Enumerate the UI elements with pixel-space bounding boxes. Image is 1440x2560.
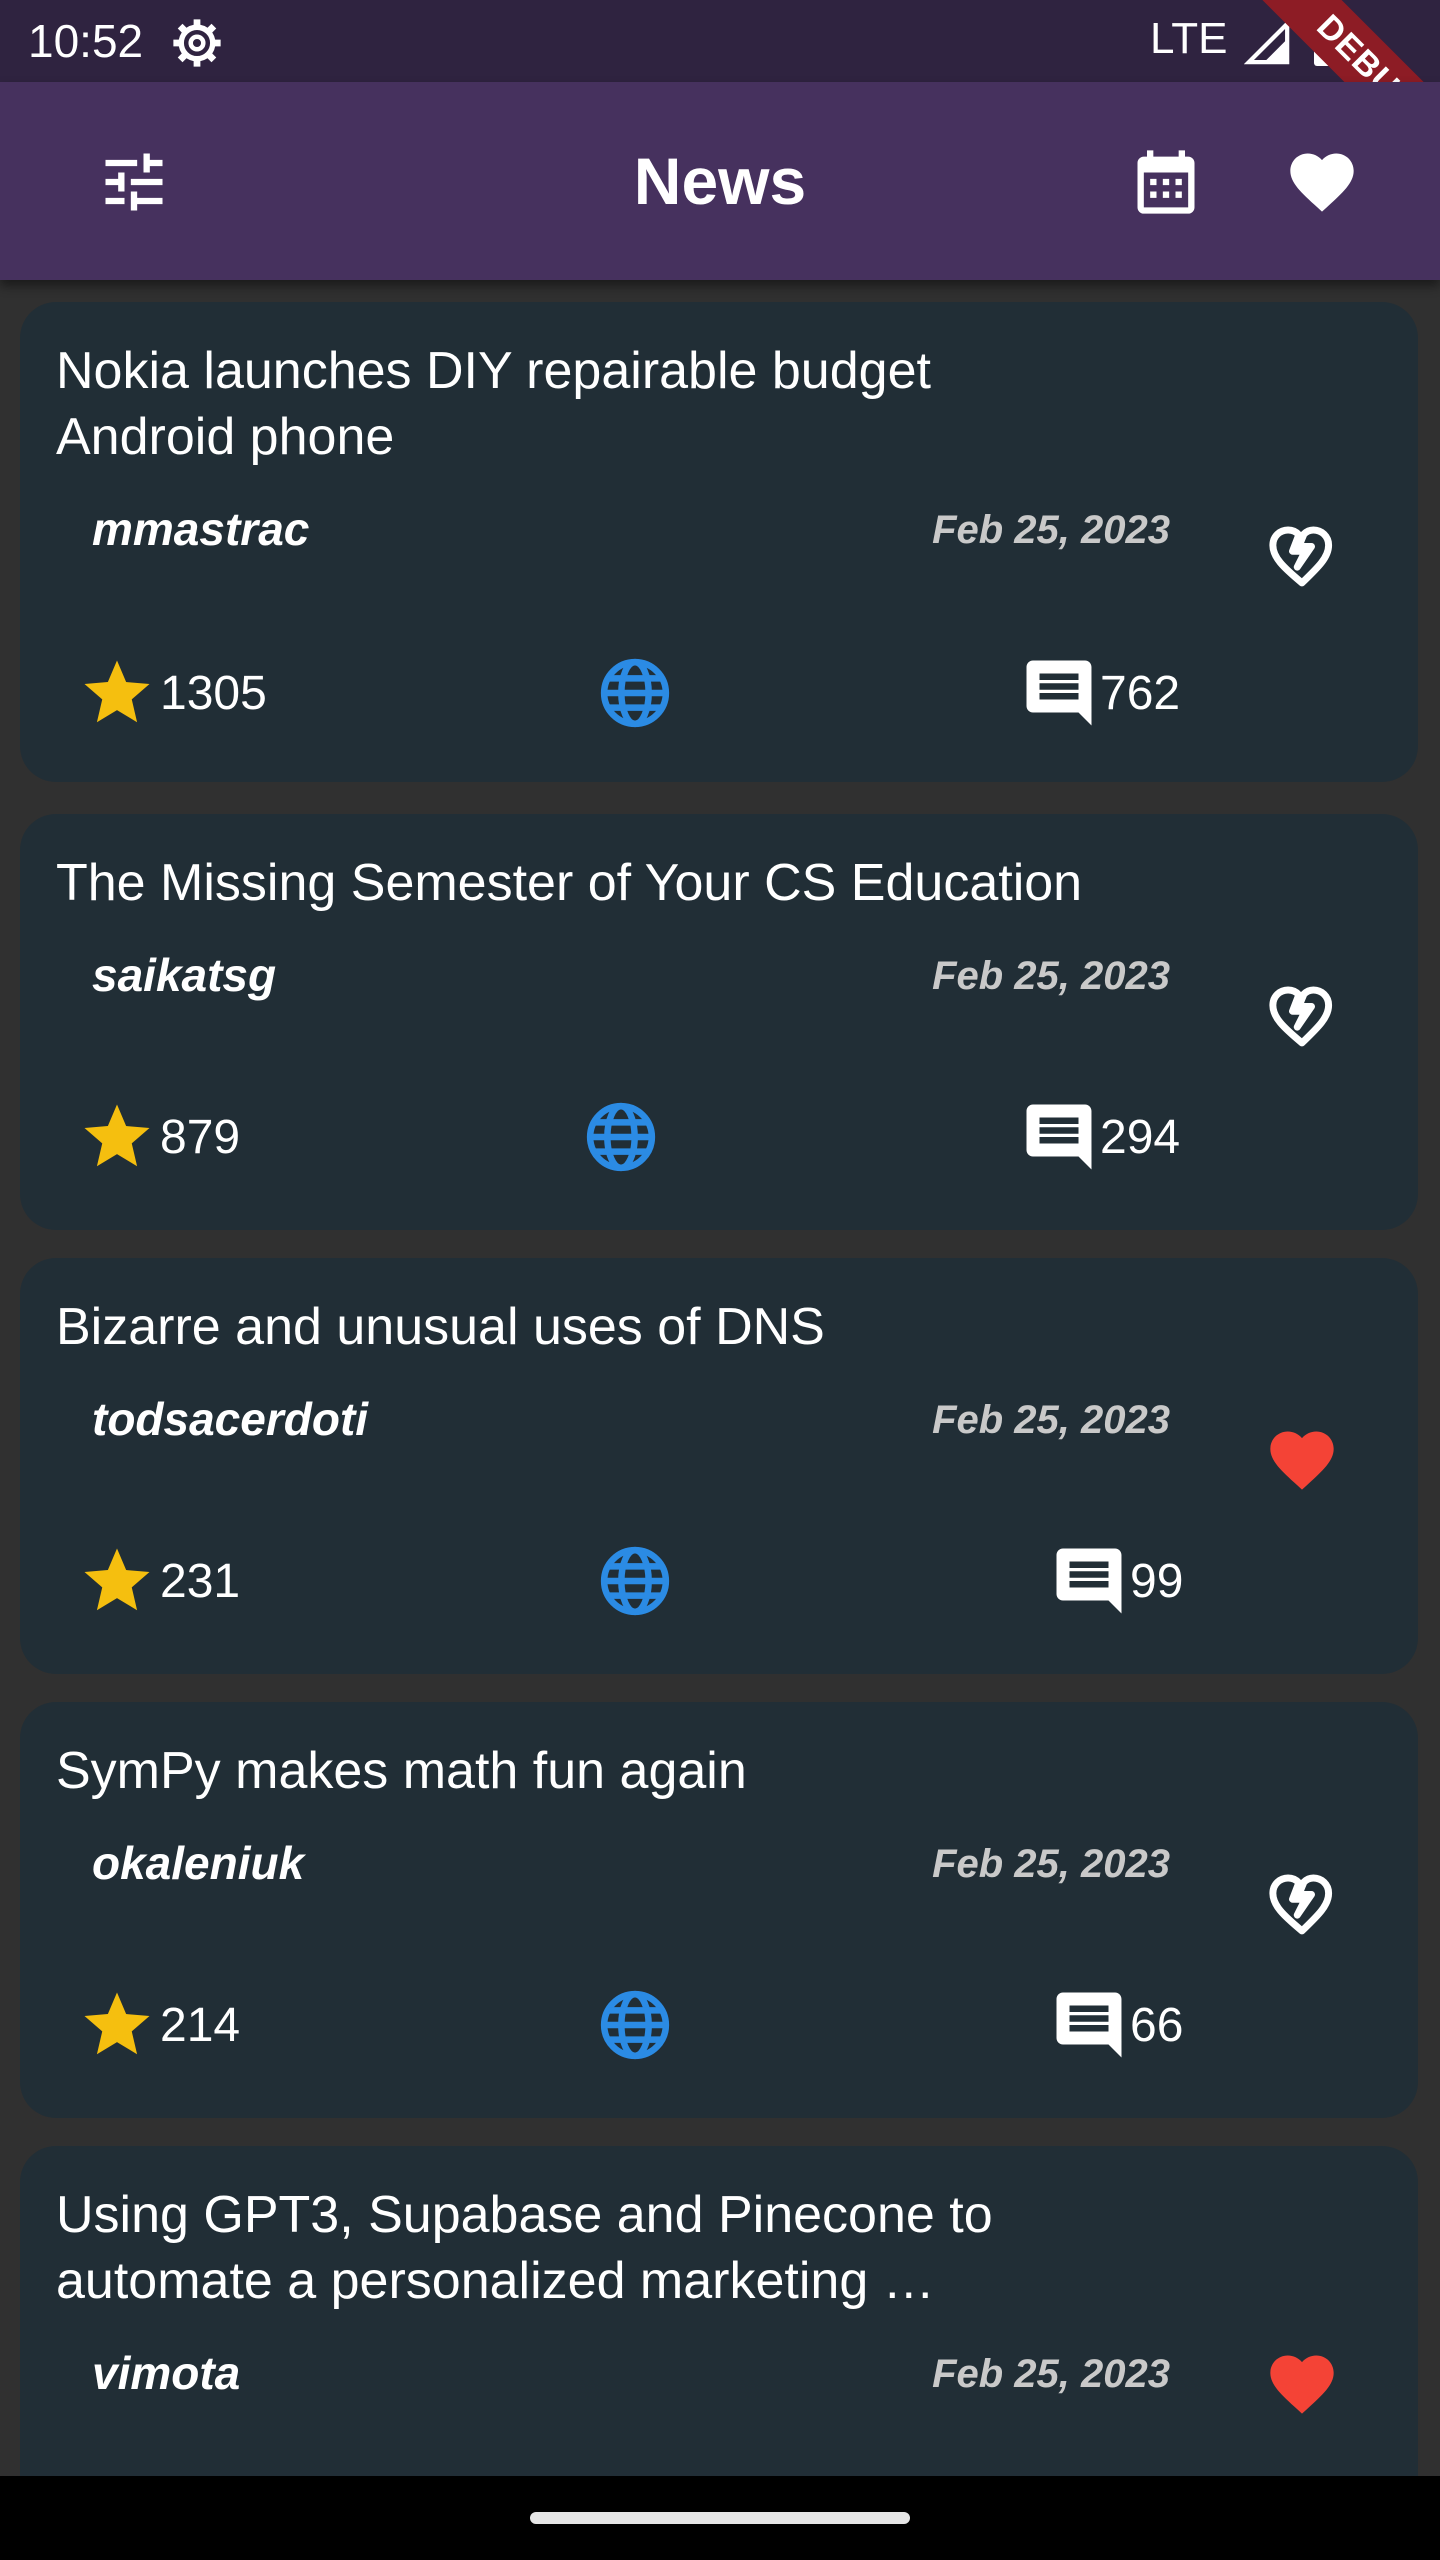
- story-title[interactable]: SymPy makes math fun again: [56, 1738, 1106, 1804]
- status-time: 10:52: [28, 15, 144, 67]
- status-bar: 10:52 LTE DEBUG: [0, 0, 1440, 192]
- comment-icon[interactable]: [1050, 1542, 1128, 1620]
- story-card[interactable]: The Missing Semester of Your CS Educatio…: [20, 814, 1418, 1230]
- story-date: Feb 25, 2023: [932, 954, 1170, 998]
- heart-broken-icon[interactable]: [1264, 1866, 1340, 1942]
- score-value: 879: [160, 1111, 241, 1164]
- story-card[interactable]: Bizarre and unusual uses of DNS todsacer…: [20, 1258, 1418, 1674]
- story-title[interactable]: Using GPT3, Supabase and Pinecone to aut…: [56, 2182, 1106, 2314]
- heart-filled-icon[interactable]: [1264, 1422, 1340, 1498]
- globe-icon[interactable]: [596, 1986, 674, 2064]
- globe-icon[interactable]: [596, 654, 674, 732]
- score-value: 1305: [160, 667, 267, 720]
- star-icon: [84, 1992, 150, 2055]
- system-nav-bar: [0, 2476, 1440, 2560]
- settings-gear-icon: [173, 19, 221, 67]
- score-value: 214: [160, 1999, 241, 2052]
- heart-filled-icon[interactable]: [1264, 2346, 1340, 2422]
- globe-icon[interactable]: [582, 1098, 660, 1176]
- story-author: saikatsg: [92, 949, 277, 1001]
- story-title[interactable]: The Missing Semester of Your CS Educatio…: [56, 850, 1256, 916]
- calendar-icon[interactable]: [1128, 144, 1204, 220]
- story-date: Feb 25, 2023: [932, 508, 1170, 552]
- app-bar: News: [0, 82, 1440, 280]
- story-list[interactable]: Nokia launches DIY repairable budget And…: [0, 280, 1440, 2476]
- heart-broken-icon[interactable]: [1264, 978, 1340, 1054]
- star-icon: [84, 1548, 150, 1611]
- star-icon: [84, 1104, 150, 1167]
- story-date: Feb 25, 2023: [932, 1842, 1170, 1886]
- signal-icon: [1244, 20, 1290, 65]
- story-date: Feb 25, 2023: [932, 1398, 1170, 1442]
- story-author: okaleniuk: [92, 1837, 305, 1889]
- comment-icon[interactable]: [1020, 1098, 1098, 1176]
- story-author: mmastrac: [92, 503, 310, 555]
- star-icon: [84, 660, 150, 723]
- story-author: vimota: [92, 2347, 241, 2399]
- heart-icon[interactable]: [1284, 144, 1360, 220]
- story-date: Feb 25, 2023: [932, 2352, 1170, 2396]
- score-value: 231: [160, 1555, 241, 1608]
- story-author: todsacerdoti: [92, 1393, 369, 1445]
- comment-count: 294: [1100, 1111, 1181, 1164]
- home-gesture-handle[interactable]: [530, 2512, 910, 2524]
- story-card[interactable]: SymPy makes math fun again okaleniuk Feb…: [20, 1702, 1418, 2118]
- comment-count: 762: [1100, 667, 1181, 720]
- network-type: LTE: [1150, 14, 1228, 63]
- story-card[interactable]: Nokia launches DIY repairable budget And…: [20, 302, 1418, 782]
- story-title[interactable]: Nokia launches DIY repairable budget And…: [56, 338, 1106, 470]
- heart-broken-icon[interactable]: [1264, 518, 1340, 594]
- comment-icon[interactable]: [1020, 654, 1098, 732]
- globe-icon[interactable]: [596, 1542, 674, 1620]
- story-title[interactable]: Bizarre and unusual uses of DNS: [56, 1294, 1106, 1360]
- comment-count: 99: [1130, 1555, 1184, 1608]
- story-card[interactable]: Using GPT3, Supabase and Pinecone to aut…: [20, 2146, 1418, 2476]
- comment-icon[interactable]: [1050, 1986, 1128, 2064]
- page-title: News: [633, 144, 807, 218]
- comment-count: 66: [1130, 1999, 1184, 2052]
